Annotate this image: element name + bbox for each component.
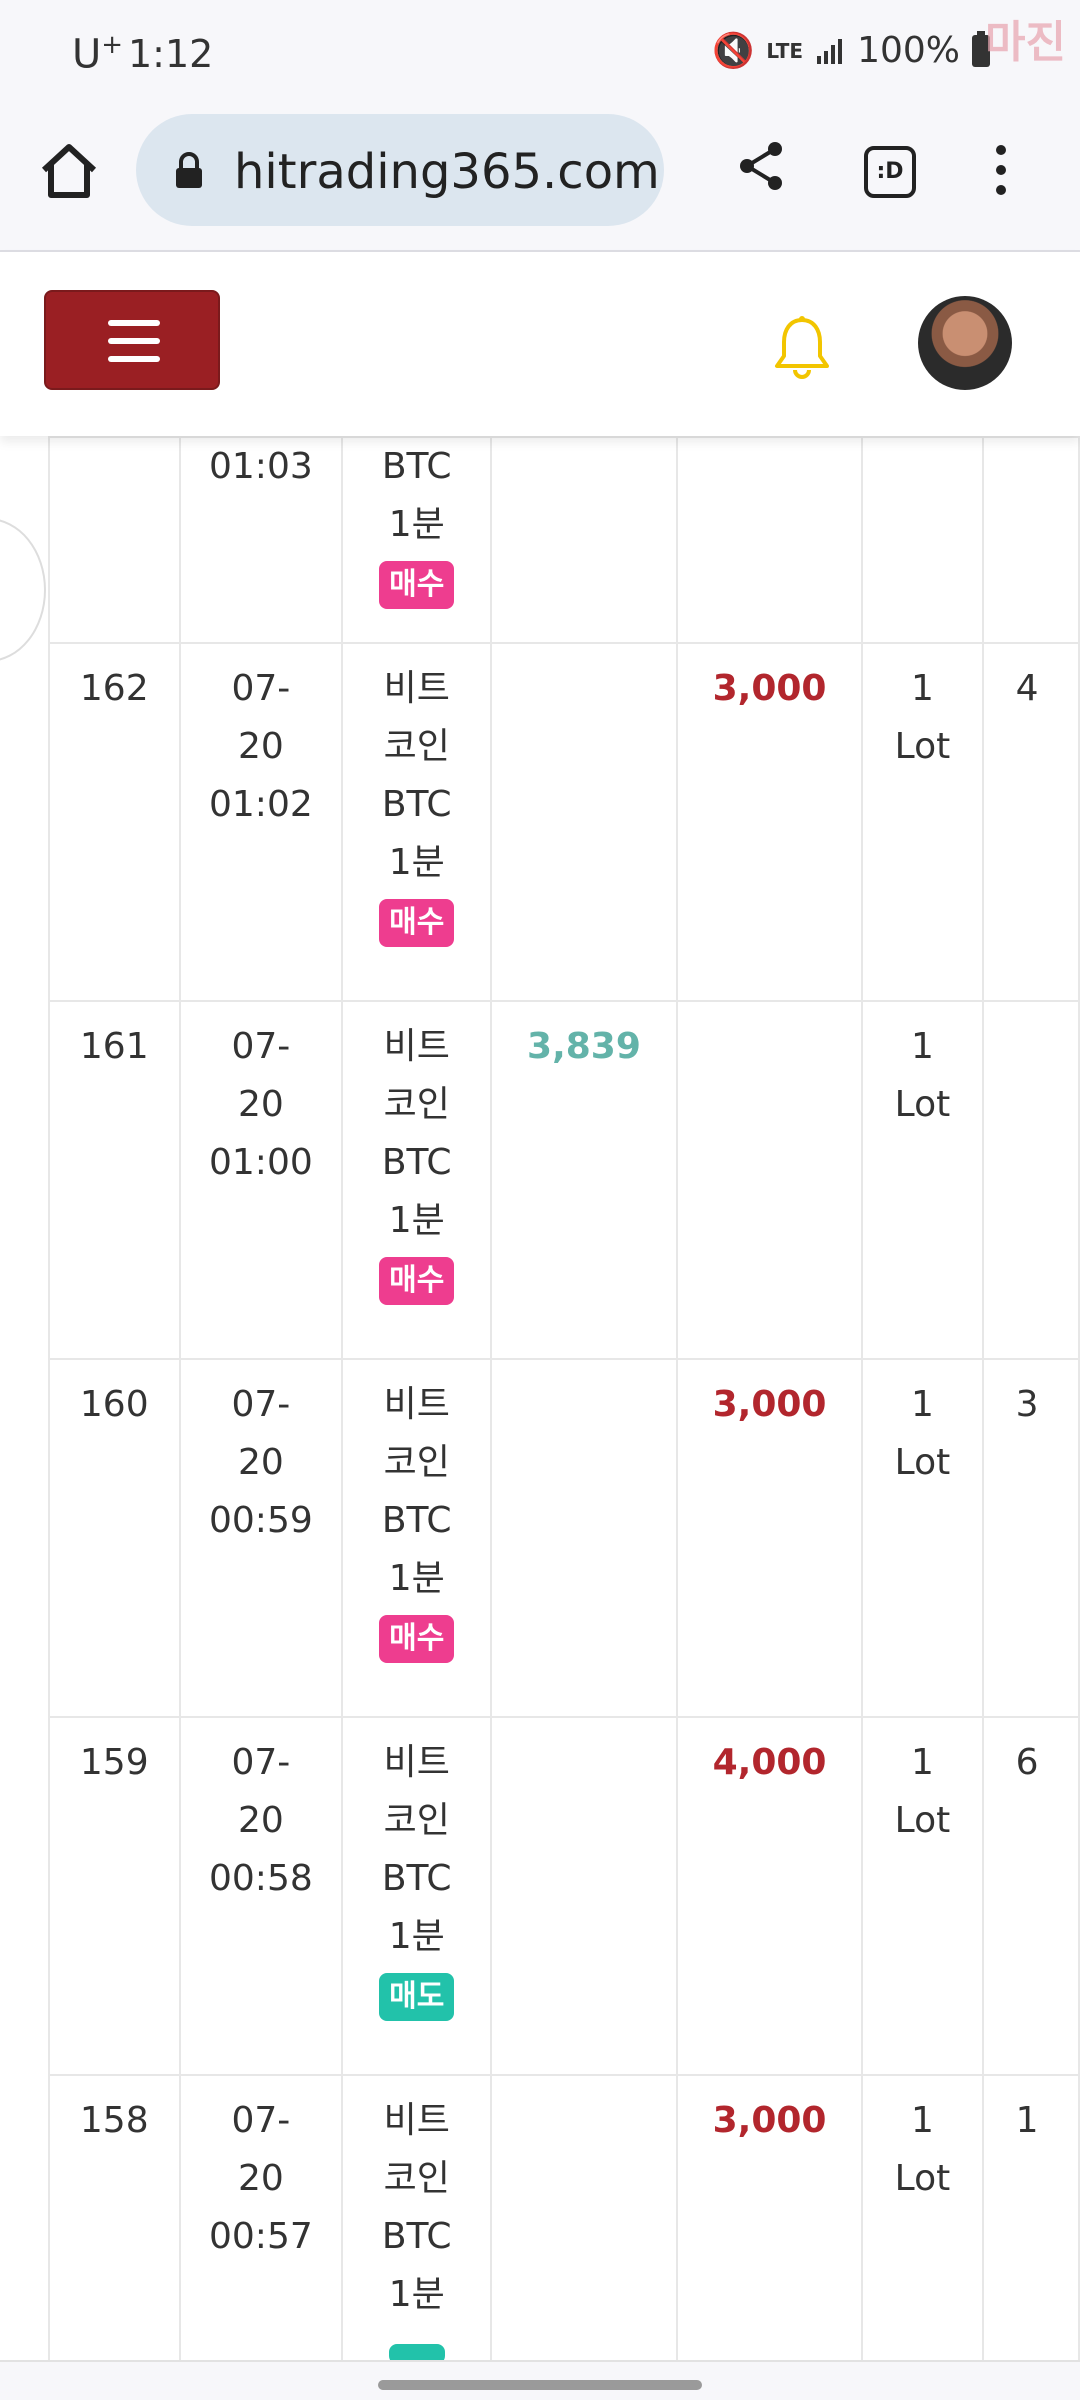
- cell-next: 1: [981, 2074, 1080, 2360]
- cell-datetime: 07- 20 01:00: [178, 1000, 344, 1360]
- cell-profit: [490, 2074, 678, 2360]
- cell-no: 158: [48, 2074, 181, 2360]
- cell-loss: 3,000: [675, 2074, 864, 2360]
- status-icons: 🔇 LTE 100%: [712, 30, 990, 71]
- cell-loss: 3,000: [675, 1358, 864, 1718]
- table-row: 160 07- 20 00:59 비트 코인 BTC 1분 매수 3,000 1 Lot 3: [48, 1358, 1080, 1718]
- cell-no: 161: [48, 1000, 181, 1360]
- cell-profit: [490, 1358, 678, 1718]
- cell-no: 162: [48, 642, 181, 1002]
- mute-icon: 🔇: [711, 30, 755, 71]
- cell-no: 160: [48, 1358, 181, 1718]
- table-row: 162 07- 20 01:02 비트 코인 BTC 1분 매수 3,000 1 Lot 4: [48, 642, 1080, 1002]
- cell-profit: [490, 1716, 678, 2076]
- cell-asset: BTC 1분 매수: [341, 436, 493, 644]
- cell-loss: [675, 436, 864, 644]
- status-time: 1:12: [128, 32, 214, 76]
- home-icon[interactable]: [38, 140, 100, 202]
- table-row: 161 07- 20 01:00 비트 코인 BTC 1분 매수 3,839 1 Lot: [48, 1000, 1080, 1360]
- address-bar[interactable]: hitrading365.com/c: [136, 114, 664, 226]
- menu-line: [108, 338, 160, 344]
- cell-asset: 비트 코인 BTC 1분 매수: [341, 1358, 493, 1718]
- tab-switcher-button[interactable]: :D: [864, 146, 916, 198]
- battery-percentage: 100%: [857, 30, 960, 71]
- hamburger-menu-button[interactable]: [44, 290, 220, 390]
- cell-asset: 비트 코인 BTC 1분 매수: [341, 642, 493, 1002]
- side-badge: 매수: [379, 1615, 455, 1663]
- table-row: 159 07- 20 00:58 비트 코인 BTC 1분 매도 4,000 1 Lot 6: [48, 1716, 1080, 2076]
- side-badge: 매도: [379, 1973, 455, 2021]
- menu-line: [108, 320, 160, 326]
- lock-icon: [176, 152, 202, 188]
- bell-icon[interactable]: [770, 314, 834, 380]
- signal-icon: [817, 38, 843, 64]
- side-badge: 매수: [379, 899, 455, 947]
- cell-loss: 3,000: [675, 642, 864, 1002]
- side-drawer-handle[interactable]: [0, 518, 46, 662]
- url-text: hitrading365.com/c: [234, 144, 664, 200]
- cell-loss: 4,000: [675, 1716, 864, 2076]
- cell-datetime: 07- 20 01:02: [178, 642, 344, 1002]
- cell-next: [981, 436, 1080, 644]
- gesture-handle[interactable]: [378, 2380, 702, 2390]
- carrier-label: U+: [72, 30, 124, 78]
- status-bar: U+ 1:12 🔇 LTE 100% 마진: [0, 0, 1080, 110]
- cell-next: 6: [981, 1716, 1080, 2076]
- cell-quantity: 1 Lot: [861, 642, 984, 1002]
- watermark-logo: 마진: [985, 17, 1066, 68]
- table-row: 158 07- 20 00:57 비트 코인 BTC 1분 3,000 1 Lot 1: [48, 2074, 1080, 2360]
- cell-asset: 비트 코인 BTC 1분 매수: [341, 1000, 493, 1360]
- cell-profit: [490, 642, 678, 1002]
- table-row: 01:03 BTC 1분 매수: [48, 436, 1080, 644]
- cell-datetime: 07- 20 00:58: [178, 1716, 344, 2076]
- browser-toolbar: hitrading365.com/c :D: [0, 110, 1080, 252]
- cell-no: 159: [48, 1716, 181, 2076]
- cell-next: 4: [981, 642, 1080, 1002]
- cell-datetime: 07- 20 00:57: [178, 2074, 344, 2360]
- cell-quantity: 1 Lot: [861, 1358, 984, 1718]
- menu-line: [108, 356, 160, 362]
- side-badge: 매수: [379, 1257, 455, 1305]
- cell-quantity: 1 Lot: [861, 1000, 984, 1360]
- cell-loss: [675, 1000, 864, 1360]
- cell-asset: 비트 코인 BTC 1분: [341, 2074, 493, 2360]
- cell-profit: [490, 436, 678, 644]
- cell-next: [981, 1000, 1080, 1360]
- cell-quantity: 1 Lot: [861, 1716, 984, 2076]
- cell-datetime: 07- 20 00:59: [178, 1358, 344, 1718]
- side-badge: [388, 2344, 445, 2360]
- cell-next: 3: [981, 1358, 1080, 1718]
- trade-history-table: 01:03 BTC 1분 매수 162 07- 20 01:02 비트 코인 BTC 1분…: [48, 436, 1080, 2360]
- user-avatar[interactable]: [918, 296, 1012, 390]
- cell-quantity: [861, 436, 984, 644]
- cell-quantity: 1 Lot: [861, 2074, 984, 2360]
- system-nav-bar: [0, 2360, 1080, 2400]
- network-label: LTE: [766, 38, 804, 63]
- share-icon[interactable]: [736, 140, 786, 192]
- trade-history-table-container[interactable]: 01:03 BTC 1분 매수 162 07- 20 01:02 비트 코인 BTC 1분…: [0, 436, 1080, 2360]
- side-badge: 매수: [379, 561, 455, 609]
- cell-asset: 비트 코인 BTC 1분 매도: [341, 1716, 493, 2076]
- more-options-icon[interactable]: [986, 144, 1016, 196]
- cell-no: [48, 436, 181, 644]
- cell-datetime: 01:03: [178, 436, 344, 644]
- app-header: [0, 252, 1080, 436]
- cell-profit: 3,839: [490, 1000, 678, 1360]
